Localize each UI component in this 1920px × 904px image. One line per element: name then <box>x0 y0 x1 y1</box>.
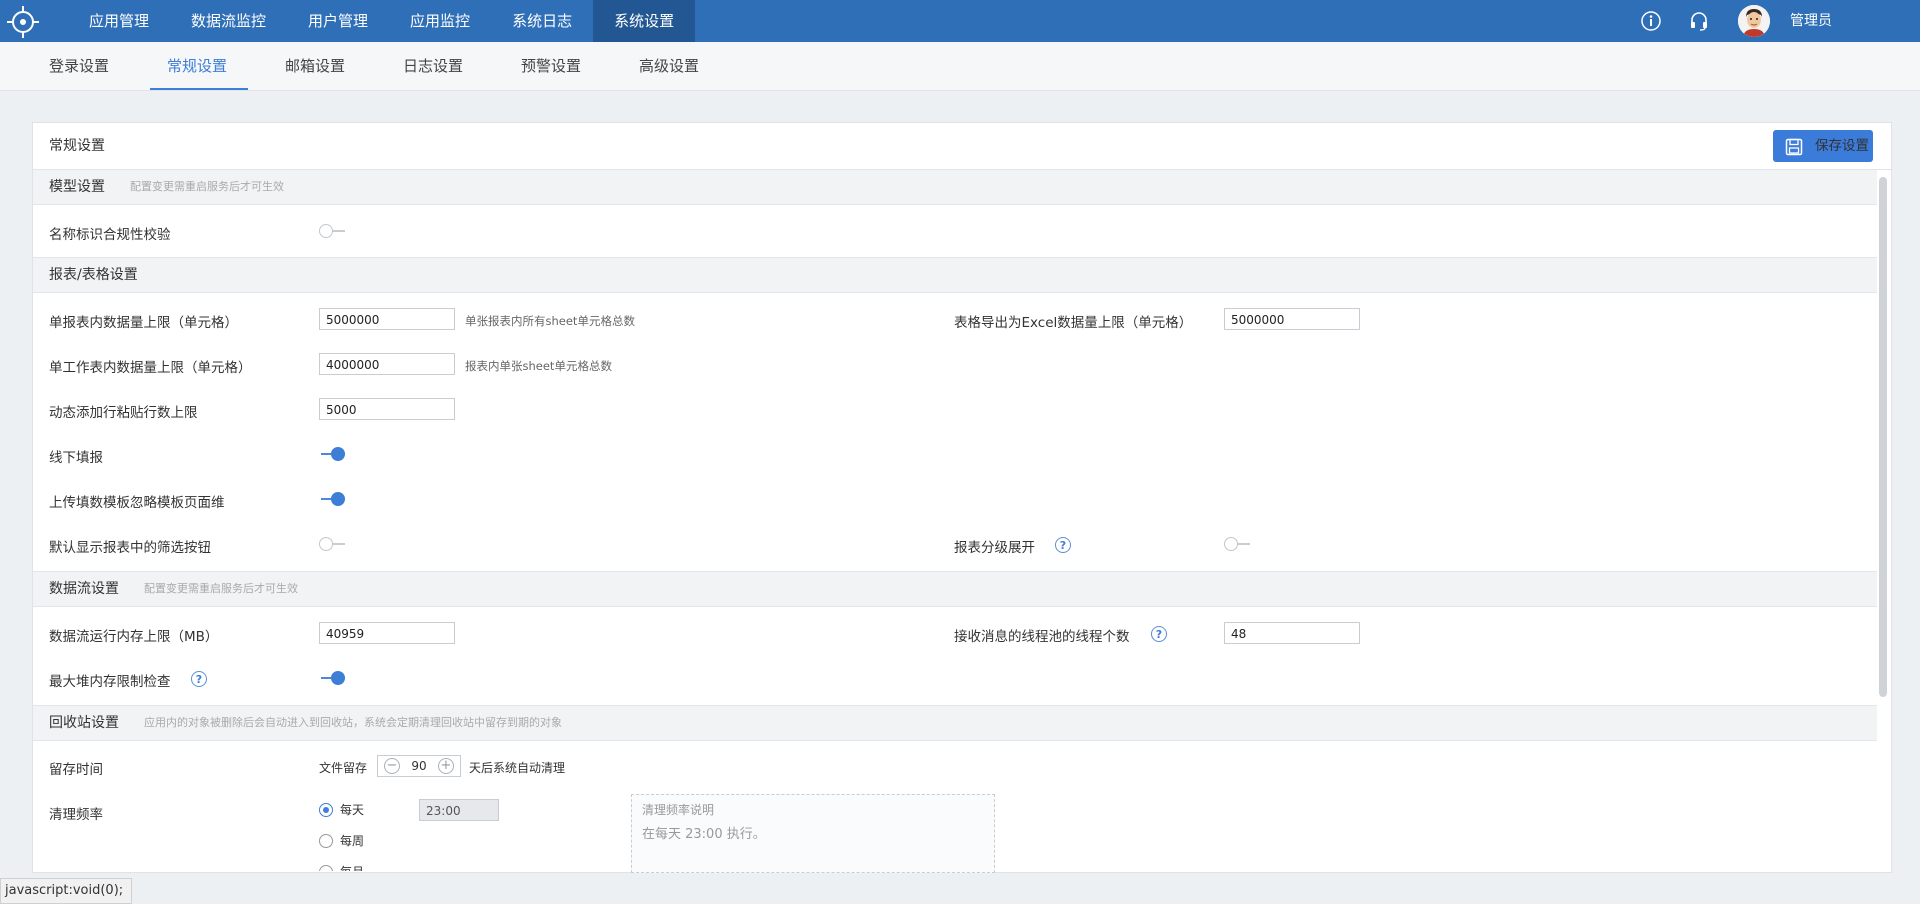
section-hint: 配置变更需重启服务后才可生效 <box>144 582 298 595</box>
section-title: 模型设置 <box>49 179 105 195</box>
top-bar: 应用管理 数据流监控 用户管理 应用监控 系统日志 系统设置 管理员 <box>0 0 1920 42</box>
clean-frequency-note: 清理频率说明 在每天 23:00 执行。 <box>631 794 995 873</box>
section-title: 回收站设置 <box>49 715 119 731</box>
scrollbar[interactable] <box>1879 177 1887 697</box>
section-model-settings: 模型设置 配置变更需重启服务后才可生效 <box>33 169 1877 205</box>
clean-time-input[interactable]: 23:00 <box>419 799 499 821</box>
max-heap-check-label: 最大堆内存限制检查 <box>49 674 171 690</box>
retention-suffix: 天后系统自动清理 <box>469 761 566 775</box>
increment-icon[interactable]: + <box>438 758 454 774</box>
single-report-limit-label: 单报表内数据量上限（单元格） <box>49 315 238 331</box>
logo-icon[interactable] <box>2 2 40 40</box>
retention-label: 留存时间 <box>49 762 103 778</box>
section-title: 报表/表格设置 <box>49 267 138 283</box>
single-sheet-limit-label: 单工作表内数据量上限（单元格） <box>49 360 252 376</box>
save-settings-button[interactable]: 保存设置 <box>1773 130 1873 162</box>
section-report-settings: 报表/表格设置 <box>33 257 1877 293</box>
nav-system-log[interactable]: 系统日志 <box>491 0 593 42</box>
tab-login-settings[interactable]: 登录设置 <box>49 42 109 90</box>
clean-frequency-label: 清理频率 <box>49 807 103 823</box>
excel-export-limit-input[interactable]: 5000000 <box>1224 308 1360 330</box>
browser-status-bar: javascript:void(0); <box>0 878 133 904</box>
dataflow-memory-input[interactable]: 40959 <box>319 622 455 644</box>
clip-monthly: 每月 <box>319 865 519 871</box>
name-check-label: 名称标识合规性校验 <box>49 227 171 243</box>
radio-monthly-label: 每月 <box>340 865 364 871</box>
info-icon[interactable] <box>1640 10 1662 32</box>
headset-support-icon[interactable] <box>1688 10 1710 32</box>
section-recycle-settings: 回收站设置 应用内的对象被删除后会自动进入到回收站，系统会定期清理回收站中留存到… <box>33 705 1877 741</box>
max-heap-check-toggle[interactable] <box>319 670 347 686</box>
user-name[interactable]: 管理员 <box>1790 0 1832 42</box>
dynamic-paste-limit-input[interactable]: 5000 <box>319 398 455 420</box>
tab-advanced-settings[interactable]: 高级设置 <box>639 42 699 90</box>
report-level-expand-toggle[interactable] <box>1224 536 1252 552</box>
section-hint: 配置变更需重启服务后才可生效 <box>130 180 284 193</box>
nav-user-management[interactable]: 用户管理 <box>287 0 389 42</box>
nav-app-management[interactable]: 应用管理 <box>68 0 170 42</box>
name-check-toggle[interactable] <box>319 223 347 239</box>
tab-alert-settings[interactable]: 预警设置 <box>521 42 581 90</box>
note-title: 清理频率说明 <box>642 803 715 817</box>
panel-title: 常规设置 <box>49 138 105 154</box>
avatar[interactable] <box>1738 5 1770 37</box>
show-filter-button-toggle[interactable] <box>319 536 347 552</box>
thread-pool-input[interactable]: 48 <box>1224 622 1360 644</box>
single-report-limit-input[interactable]: 5000000 <box>319 308 455 330</box>
offline-fill-toggle[interactable] <box>319 446 347 462</box>
settings-panel: 常规设置 保存设置 模型设置 配置变更需重启服务后才可生效 名称标识合规性校验 … <box>32 122 1892 873</box>
dynamic-paste-limit-label: 动态添加行粘贴行数上限 <box>49 405 198 421</box>
note-text: 在每天 23:00 执行。 <box>642 827 766 842</box>
retention-prefix: 文件留存 <box>319 761 368 775</box>
nav-app-monitor[interactable]: 应用监控 <box>389 0 491 42</box>
radio-daily[interactable] <box>319 803 333 817</box>
section-dataflow-settings: 数据流设置 配置变更需重启服务后才可生效 <box>33 571 1877 607</box>
tab-general-settings[interactable]: 常规设置 <box>167 42 227 90</box>
panel-header: 常规设置 保存设置 <box>33 123 1891 170</box>
nav-dataflow-monitor[interactable]: 数据流监控 <box>170 0 287 42</box>
thread-pool-label: 接收消息的线程池的线程个数 <box>954 629 1130 645</box>
main-nav: 应用管理 数据流监控 用户管理 应用监控 系统日志 系统设置 <box>68 0 696 42</box>
radio-weekly[interactable] <box>319 834 333 848</box>
radio-daily-label: 每天 <box>340 803 365 817</box>
help-icon[interactable]: ? <box>1151 626 1167 642</box>
single-sheet-limit-input[interactable]: 4000000 <box>319 353 455 375</box>
tab-mail-settings[interactable]: 邮箱设置 <box>285 42 345 90</box>
help-icon[interactable]: ? <box>1055 537 1071 553</box>
radio-weekly-label: 每周 <box>340 834 365 848</box>
section-title: 数据流设置 <box>49 581 119 597</box>
active-tab-indicator <box>150 88 248 90</box>
radio-monthly[interactable] <box>319 865 333 871</box>
retention-stepper[interactable]: − 90 + <box>377 755 461 777</box>
single-sheet-limit-hint: 报表内单张sheet单元格总数 <box>465 359 612 373</box>
settings-tabs: 登录设置 常规设置 邮箱设置 日志设置 预警设置 高级设置 <box>0 42 1920 91</box>
tab-log-settings[interactable]: 日志设置 <box>403 42 463 90</box>
save-icon <box>1785 138 1803 156</box>
dataflow-memory-label: 数据流运行内存上限（MB） <box>49 629 219 645</box>
report-level-expand-label: 报表分级展开 <box>954 540 1035 556</box>
ignore-page-dim-label: 上传填数模板忽略模板页面维 <box>49 495 225 511</box>
avatar-image <box>1738 5 1770 37</box>
single-report-limit-hint: 单张报表内所有sheet单元格总数 <box>465 314 635 328</box>
help-icon[interactable]: ? <box>191 671 207 687</box>
ignore-page-dim-toggle[interactable] <box>319 491 347 507</box>
section-hint: 应用内的对象被删除后会自动进入到回收站，系统会定期清理回收站中留存到期的对象 <box>144 716 562 729</box>
nav-system-settings[interactable]: 系统设置 <box>593 0 696 42</box>
show-filter-button-label: 默认显示报表中的筛选按钮 <box>49 540 211 556</box>
save-button-label: 保存设置 <box>1815 138 1869 154</box>
offline-fill-label: 线下填报 <box>49 450 103 466</box>
excel-export-limit-label: 表格导出为Excel数据量上限（单元格） <box>954 315 1193 331</box>
